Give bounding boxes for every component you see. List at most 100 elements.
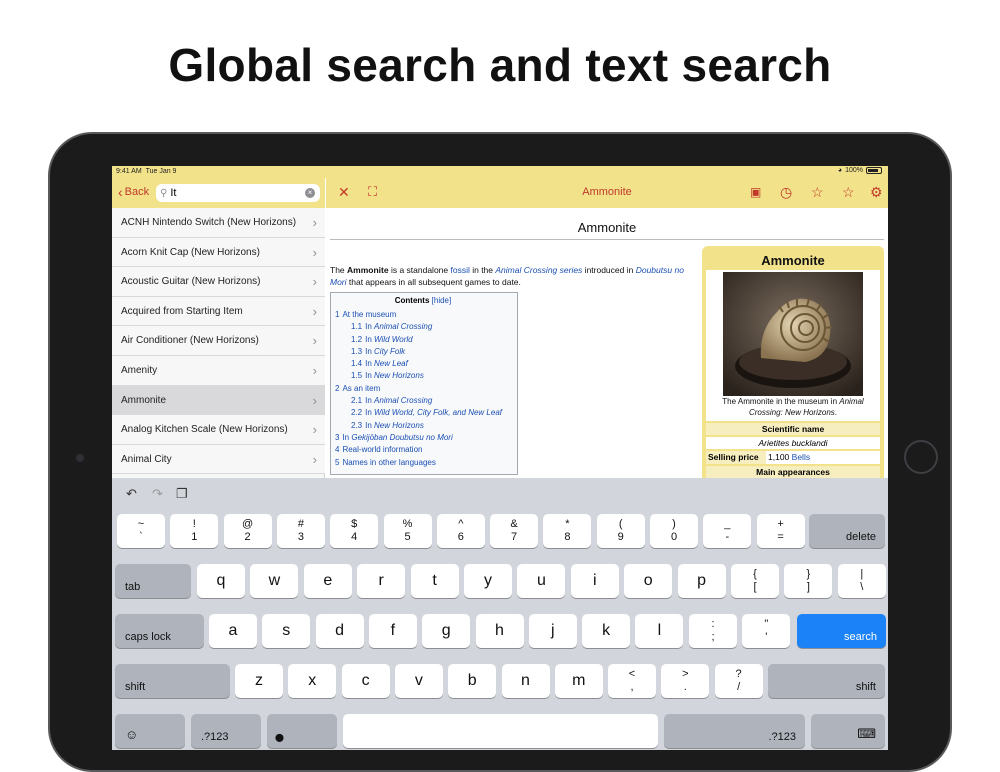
toc-item[interactable]: 2.1 In Animal Crossing <box>335 395 511 407</box>
toc-item[interactable]: 2 As an item <box>335 383 511 395</box>
list-item[interactable]: Acoustic Guitar (New Horizons) › <box>112 267 325 297</box>
key-symbol[interactable]: <, <box>608 664 656 698</box>
key-symbol[interactable]: % 5 <box>383 514 432 548</box>
key-symbol[interactable]: ) 0 <box>650 514 698 548</box>
key-symbol[interactable]: }] <box>784 564 833 598</box>
key-symbol[interactable]: :; <box>689 614 737 648</box>
key-symbol[interactable]: ~ ` <box>117 514 165 548</box>
list-item[interactable]: Air Conditioner (New Horizons) › <box>112 326 325 356</box>
key-symbol[interactable]: (9 <box>596 514 645 548</box>
key-letter[interactable]: j <box>528 614 577 648</box>
toc-item[interactable]: 1.3 In City Folk <box>335 346 511 358</box>
history-icon[interactable]: ◷ <box>780 184 792 200</box>
shift-right-key[interactable]: shift <box>768 664 885 698</box>
key-symbol[interactable]: _ - <box>703 514 752 548</box>
numbers-right-key[interactable]: .?123 <box>664 714 805 748</box>
key-letter[interactable]: s <box>262 614 311 648</box>
search-results-pane: ‹ Back ⚲ × ACNH Nintendo Switch (New Hor… <box>112 178 325 478</box>
toc-item[interactable]: 1.4 In New Leaf <box>335 358 511 370</box>
key-letter[interactable]: o <box>624 564 673 598</box>
settings-gear-icon[interactable]: ⚙ <box>870 184 883 200</box>
key-letter[interactable]: d <box>315 614 364 648</box>
list-item[interactable]: Acquired from Starting Item › <box>112 296 325 327</box>
favorites-star-icon[interactable]: ☆ <box>842 184 855 200</box>
toc-hide-link[interactable]: [hide] <box>432 296 452 305</box>
key-symbol[interactable]: " ' <box>742 614 791 648</box>
toc-item[interactable]: 2.2 In Wild World, City Folk, and New Lea… <box>335 407 511 419</box>
key-letter[interactable]: l <box>635 614 684 648</box>
toc-item[interactable]: 3 In Gekijōban Doubutsu no Mori <box>335 432 511 444</box>
key-letter[interactable]: b <box>448 664 497 698</box>
key-letter[interactable]: u <box>517 564 566 598</box>
key-letter[interactable]: f <box>368 614 417 648</box>
key-letter[interactable]: q <box>197 564 245 598</box>
key-symbol[interactable]: ! 1 <box>170 514 219 548</box>
key-symbol[interactable]: $4 <box>330 514 379 548</box>
delete-key[interactable]: delete <box>809 514 885 548</box>
key-letter[interactable]: w <box>250 564 299 598</box>
toc-item[interactable]: 1.5 In New Horizons <box>335 370 511 382</box>
caps-lock-key[interactable]: caps lock <box>115 614 204 648</box>
search-key[interactable]: search <box>797 614 886 648</box>
list-item[interactable]: Animal City › <box>112 444 325 475</box>
list-item[interactable]: ACNH Nintendo Switch (New Horizons) › <box>112 208 325 238</box>
key-letter[interactable]: x <box>288 664 337 698</box>
shift-left-key[interactable]: shift <box>115 664 230 698</box>
key-letter[interactable]: p <box>677 564 726 598</box>
key-letter[interactable]: a <box>209 614 257 648</box>
redo-icon[interactable]: ↷ <box>152 486 163 502</box>
toc-item[interactable]: 1 At the museum <box>335 309 511 321</box>
list-item[interactable]: Ammonite › <box>112 385 325 416</box>
key-letter[interactable]: i <box>570 564 619 598</box>
key-symbol[interactable]: ^ 6 <box>436 514 485 548</box>
key-letter[interactable]: h <box>475 614 524 648</box>
key-letter[interactable]: v <box>394 664 443 698</box>
key-symbol[interactable]: >. <box>661 664 710 698</box>
back-button[interactable]: ‹ Back <box>118 185 149 199</box>
dictation-key[interactable]: ⬤ <box>267 714 337 748</box>
key-symbol[interactable]: {[ <box>731 564 779 598</box>
search-field[interactable]: ⚲ × <box>156 184 320 202</box>
bookmark-star-icon[interactable]: ☆ <box>811 184 824 200</box>
clear-icon[interactable]: × <box>305 188 315 198</box>
toc-item[interactable]: 5 Names in other languages <box>335 457 511 469</box>
search-input[interactable] <box>170 187 291 199</box>
key-letter[interactable]: c <box>341 664 390 698</box>
toc-item[interactable]: 1.2 In Wild World <box>335 334 511 346</box>
key-letter[interactable]: g <box>422 614 471 648</box>
key-letter[interactable]: y <box>464 564 512 598</box>
key-symbol[interactable]: @2 <box>223 514 272 548</box>
undo-icon[interactable]: ↶ <box>126 486 137 502</box>
key-letter[interactable]: e <box>303 564 352 598</box>
key-symbol[interactable]: & 7 <box>490 514 539 548</box>
key-letter[interactable]: n <box>501 664 550 698</box>
link-animal-crossing-series[interactable]: Animal Crossing series <box>495 265 582 275</box>
toc-item[interactable]: 4 Real-world information <box>335 444 511 456</box>
list-item[interactable]: Analog Kitchen Scale (New Horizons) › <box>112 415 325 445</box>
space-bar[interactable] <box>343 714 658 748</box>
list-item[interactable]: Acorn Knit Cap (New Horizons) › <box>112 237 325 268</box>
ammonite-fossil-image[interactable] <box>723 272 863 396</box>
emoji-key[interactable]: ☺ <box>115 714 185 748</box>
key-letter[interactable]: k <box>582 614 631 648</box>
key-letter[interactable]: z <box>235 664 283 698</box>
toc-item[interactable]: 2.3 In New Horizons <box>335 420 511 432</box>
link-fossil[interactable]: fossil <box>450 265 469 275</box>
toc-item[interactable]: 1.1 In Animal Crossing <box>335 321 511 333</box>
key-symbol[interactable]: ? / <box>714 664 763 698</box>
key-symbol[interactable]: + = <box>756 514 805 548</box>
key-symbol[interactable]: #3 <box>276 514 325 548</box>
key-letter[interactable]: t <box>410 564 459 598</box>
key-symbol[interactable]: | \ <box>837 564 886 598</box>
key-letter[interactable]: m <box>554 664 603 698</box>
find-in-page-icon[interactable]: ▣ <box>750 184 761 200</box>
list-item[interactable]: Amenity › <box>112 355 325 386</box>
numbers-left-key[interactable]: .?123 <box>191 714 261 748</box>
paste-icon[interactable]: ❐ <box>176 486 188 502</box>
infobox-title: Ammonite <box>761 253 825 268</box>
key-letter[interactable]: r <box>357 564 406 598</box>
tab-key[interactable]: tab <box>115 564 191 598</box>
hide-keyboard-key[interactable]: ⌨ <box>811 714 885 748</box>
bells-link[interactable]: Bells <box>792 452 810 462</box>
key-symbol[interactable]: * 8 <box>543 514 592 548</box>
